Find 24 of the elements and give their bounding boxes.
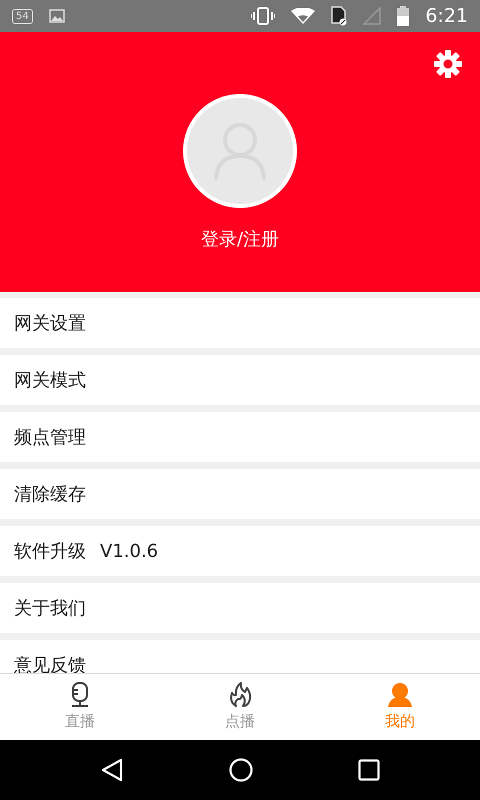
sim-card-icon (331, 6, 348, 26)
menu-item[interactable]: 清除缓存 (0, 469, 480, 519)
home-icon[interactable] (228, 758, 253, 782)
clock: 6:21 (425, 4, 468, 29)
menu-item[interactable]: 频点管理 (0, 412, 480, 462)
recents-icon[interactable] (358, 759, 380, 781)
battery-icon (397, 6, 410, 26)
version-label: V1.0.6 (100, 540, 158, 564)
flame-icon (228, 682, 252, 708)
notification-count: 54 (12, 8, 33, 24)
vibrate-icon (251, 7, 276, 25)
wifi-icon (291, 8, 316, 24)
menu-item[interactable]: 软件升级 V1.0.6 (0, 526, 480, 576)
back-icon[interactable] (100, 758, 124, 782)
microphone-icon (69, 682, 91, 708)
menu-item[interactable]: 意见反馈 (0, 640, 480, 673)
menu-item[interactable]: 关于我们 (0, 583, 480, 633)
menu-item[interactable]: 网关模式 (0, 355, 480, 405)
image-icon (48, 9, 65, 23)
login-register-link[interactable]: 登录/注册 (200, 226, 280, 253)
signal-icon (363, 7, 382, 25)
person-icon (387, 682, 413, 708)
menu-label: 软件升级 (14, 540, 86, 564)
menu-item[interactable]: 网关设置 (0, 298, 480, 348)
